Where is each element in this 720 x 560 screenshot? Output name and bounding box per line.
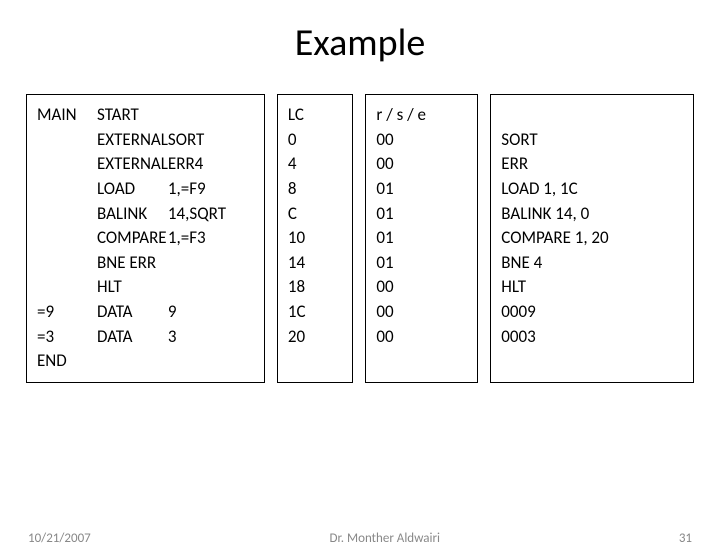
mnemonic-cell (97, 349, 168, 374)
label-column: MAIN =9 =3 END (37, 103, 97, 374)
operand-column: SORT ERR4 1,=F9 14,SQRT 1,=F3 9 3 (168, 103, 254, 374)
label-cell: MAIN (37, 103, 97, 128)
rse-cell: r / s / e (376, 103, 467, 128)
lc-box: LC 0 4 8 C 10 14 18 1C 20 (277, 94, 354, 383)
label-cell (37, 177, 97, 202)
label-cell (37, 128, 97, 153)
label-cell (37, 152, 97, 177)
out-cell (501, 103, 683, 128)
mnemonic-cell: START (97, 103, 168, 128)
label-cell (37, 202, 97, 227)
lc-cell: 1C (288, 300, 343, 325)
mnemonic-cell: EXTERNAL (97, 152, 168, 177)
operand-cell (168, 349, 254, 374)
mnemonic-column: START EXTERNAL EXTERNAL LOAD BALINK COMP… (97, 103, 168, 374)
operand-cell (168, 251, 254, 276)
operand-cell: 1,=F3 (168, 226, 254, 251)
content-row: MAIN =9 =3 END START EXTERNAL EXTERNAL L… (0, 94, 720, 383)
source-box: MAIN =9 =3 END START EXTERNAL EXTERNAL L… (26, 94, 265, 383)
out-cell: BALINK 14, 0 (501, 202, 683, 227)
mnemonic-cell: COMPARE (97, 226, 168, 251)
rse-cell: 01 (376, 177, 467, 202)
output-box: SORT ERR LOAD 1, 1C BALINK 14, 0 COMPARE… (490, 94, 694, 383)
out-cell: HLT (501, 275, 683, 300)
mnemonic-cell: HLT (97, 275, 168, 300)
lc-cell: LC (288, 103, 343, 128)
operand-cell: ERR4 (168, 152, 254, 177)
lc-cell: 14 (288, 251, 343, 276)
lc-cell (288, 349, 343, 374)
mnemonic-cell: BALINK (97, 202, 168, 227)
mnemonic-cell: BNE ERR (97, 251, 168, 276)
label-cell: =3 (37, 325, 97, 350)
label-cell: =9 (37, 300, 97, 325)
rse-cell: 01 (376, 202, 467, 227)
rse-cell: 00 (376, 128, 467, 153)
rse-cell: 01 (376, 226, 467, 251)
lc-cell: 8 (288, 177, 343, 202)
rse-cell: 00 (376, 152, 467, 177)
label-cell (37, 251, 97, 276)
footer-date: 10/21/2007 (28, 531, 91, 546)
mnemonic-cell: LOAD (97, 177, 168, 202)
mnemonic-cell: EXTERNAL (97, 128, 168, 153)
mnemonic-cell: DATA (97, 325, 168, 350)
label-cell (37, 226, 97, 251)
out-cell (501, 349, 683, 374)
out-cell: 0009 (501, 300, 683, 325)
operand-cell: 14,SQRT (168, 202, 254, 227)
out-cell: COMPARE 1, 20 (501, 226, 683, 251)
footer-page: 31 (679, 531, 692, 546)
lc-cell: 0 (288, 128, 343, 153)
operand-cell: 3 (168, 325, 254, 350)
rse-cell: 01 (376, 251, 467, 276)
operand-cell: 1,=F9 (168, 177, 254, 202)
out-cell: LOAD 1, 1C (501, 177, 683, 202)
footer: 10/21/2007 Dr. Monther Aldwairi 31 (0, 531, 720, 546)
lc-cell: 4 (288, 152, 343, 177)
rse-cell (376, 349, 467, 374)
label-cell (37, 275, 97, 300)
operand-cell: 9 (168, 300, 254, 325)
operand-cell (168, 275, 254, 300)
mnemonic-cell: DATA (97, 300, 168, 325)
rse-cell: 00 (376, 325, 467, 350)
lc-cell: 18 (288, 275, 343, 300)
out-cell: ERR (501, 152, 683, 177)
out-cell: SORT (501, 128, 683, 153)
rse-box: r / s / e 00 00 01 01 01 01 00 00 00 (365, 94, 478, 383)
out-cell: BNE 4 (501, 251, 683, 276)
footer-author: Dr. Monther Aldwairi (91, 531, 679, 546)
slide-title: Example (0, 20, 720, 66)
operand-cell: SORT (168, 128, 254, 153)
label-cell: END (37, 349, 97, 374)
lc-cell: 10 (288, 226, 343, 251)
lc-cell: C (288, 202, 343, 227)
rse-cell: 00 (376, 275, 467, 300)
operand-cell (168, 103, 254, 128)
lc-cell: 20 (288, 325, 343, 350)
rse-cell: 00 (376, 300, 467, 325)
out-cell: 0003 (501, 325, 683, 350)
